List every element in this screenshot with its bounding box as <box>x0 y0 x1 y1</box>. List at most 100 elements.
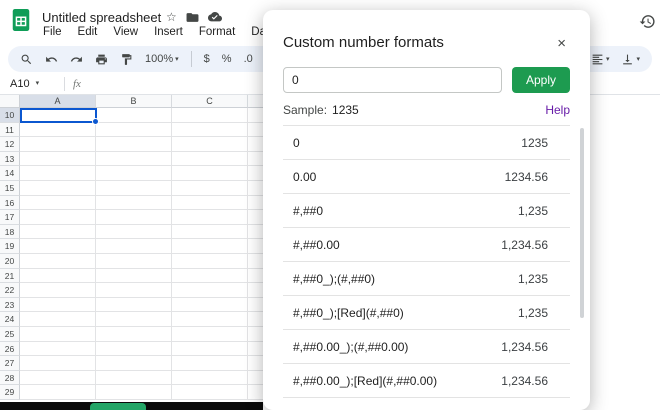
grid-cell[interactable] <box>172 166 248 181</box>
grid-cell[interactable] <box>20 356 96 371</box>
cloud-status-icon[interactable] <box>207 12 222 22</box>
grid-cell[interactable] <box>20 122 96 138</box>
grid-cell[interactable] <box>172 297 248 313</box>
selected-cell[interactable] <box>20 108 99 125</box>
format-option[interactable]: 0.00 1234.56 <box>283 160 570 194</box>
grid-cell[interactable] <box>172 356 248 371</box>
format-option[interactable]: #,##0.00_);[Red](#,##0.00) 1,234.56 <box>283 364 570 398</box>
grid-cell[interactable] <box>96 312 172 327</box>
grid-cell[interactable] <box>172 180 248 196</box>
star-icon[interactable]: ☆ <box>166 11 177 23</box>
format-option[interactable]: #,##0.00 1,234.56 <box>283 228 570 262</box>
grid-cell[interactable] <box>96 224 172 240</box>
print-icon[interactable] <box>95 53 108 66</box>
format-option[interactable]: #,##0.00_);(#,##0.00) 1,234.56 <box>283 330 570 364</box>
format-percent-button[interactable]: % <box>222 53 232 65</box>
grid-cell[interactable] <box>172 312 248 327</box>
grid-cell[interactable] <box>172 224 248 240</box>
grid-cell[interactable] <box>20 370 96 386</box>
menu-item[interactable]: Edit <box>71 25 105 39</box>
sheet-tab[interactable] <box>90 403 146 410</box>
search-icon[interactable] <box>20 53 33 66</box>
version-history-icon[interactable] <box>639 13 657 31</box>
grid-cell[interactable] <box>96 195 172 211</box>
grid-cell[interactable] <box>172 122 248 138</box>
grid-cell[interactable] <box>172 341 248 357</box>
grid-cell[interactable] <box>172 370 248 386</box>
grid-cell[interactable] <box>20 239 96 254</box>
zoom-select[interactable]: 100% ▾ <box>145 53 179 65</box>
row-header[interactable]: 15 <box>0 180 20 196</box>
format-currency-button[interactable]: $ <box>204 53 210 65</box>
sheets-logo-icon[interactable] <box>10 8 32 32</box>
grid-cell[interactable] <box>96 122 172 138</box>
redo-icon[interactable] <box>70 53 83 66</box>
row-header[interactable]: 24 <box>0 312 20 327</box>
vertical-align-button[interactable]: ▾ <box>621 53 640 66</box>
column-header[interactable]: B <box>96 95 172 108</box>
move-folder-icon[interactable] <box>186 12 199 23</box>
grid-cell[interactable] <box>20 180 96 196</box>
grid-cell[interactable] <box>172 137 248 152</box>
grid-cell[interactable] <box>96 137 172 152</box>
horizontal-align-button[interactable]: ▾ <box>591 53 609 66</box>
grid-cell[interactable] <box>96 239 172 254</box>
row-header[interactable]: 13 <box>0 151 20 167</box>
format-option[interactable]: 0 1235 <box>283 126 570 160</box>
undo-icon[interactable] <box>45 53 58 66</box>
grid-cell[interactable] <box>96 180 172 196</box>
decrease-decimals-button[interactable]: .0 <box>244 53 253 65</box>
grid-cell[interactable] <box>96 356 172 371</box>
name-box[interactable]: A10 ▾ <box>0 78 56 90</box>
row-header[interactable]: 27 <box>0 356 20 371</box>
row-header[interactable]: 11 <box>0 122 20 138</box>
row-header[interactable]: 20 <box>0 253 20 269</box>
grid-cell[interactable] <box>96 108 172 123</box>
grid-cell[interactable] <box>172 195 248 211</box>
row-header[interactable]: 26 <box>0 341 20 357</box>
row-header[interactable]: 29 <box>0 385 20 400</box>
row-header[interactable]: 19 <box>0 239 20 254</box>
format-option[interactable]: #,##0_);[Red](#,##0) 1,235 <box>283 296 570 330</box>
grid-cell[interactable] <box>20 224 96 240</box>
grid-cell[interactable] <box>96 253 172 269</box>
grid-cell[interactable] <box>172 239 248 254</box>
row-header[interactable]: 28 <box>0 370 20 386</box>
row-header[interactable]: 25 <box>0 326 20 342</box>
grid-cell[interactable] <box>20 326 96 342</box>
grid-cell[interactable] <box>20 210 96 225</box>
grid-cell[interactable] <box>96 297 172 313</box>
format-option[interactable]: #,##0_);(#,##0) 1,235 <box>283 262 570 296</box>
menu-item[interactable]: Insert <box>147 25 190 39</box>
scrollbar-thumb[interactable] <box>580 128 584 318</box>
grid-cell[interactable] <box>20 253 96 269</box>
grid-cell[interactable] <box>20 151 96 167</box>
apply-button[interactable]: Apply <box>512 67 570 93</box>
document-title[interactable]: Untitled spreadsheet <box>42 10 161 25</box>
grid-cell[interactable] <box>96 341 172 357</box>
help-link[interactable]: Help <box>545 103 570 117</box>
grid-cell[interactable] <box>20 195 96 211</box>
row-header[interactable]: 23 <box>0 297 20 313</box>
grid-cell[interactable] <box>96 385 172 400</box>
grid-cell[interactable] <box>96 283 172 298</box>
column-header[interactable]: C <box>172 95 248 108</box>
grid-cell[interactable] <box>172 283 248 298</box>
menu-item[interactable]: File <box>36 25 69 39</box>
menu-item[interactable]: View <box>106 25 145 39</box>
paint-format-icon[interactable] <box>120 53 133 66</box>
grid-cell[interactable] <box>96 151 172 167</box>
grid-cell[interactable] <box>96 210 172 225</box>
row-header[interactable]: 14 <box>0 166 20 181</box>
grid-cell[interactable] <box>172 268 248 284</box>
grid-cell[interactable] <box>172 108 248 123</box>
row-header[interactable]: 16 <box>0 195 20 211</box>
format-option[interactable]: #,##0 1,235 <box>283 194 570 228</box>
grid-cell[interactable] <box>172 385 248 400</box>
grid-cell[interactable] <box>20 312 96 327</box>
grid-cell[interactable] <box>20 385 96 400</box>
grid-cell[interactable] <box>20 341 96 357</box>
row-header[interactable]: 10 <box>0 108 20 123</box>
grid-cell[interactable] <box>96 326 172 342</box>
grid-cell[interactable] <box>172 151 248 167</box>
